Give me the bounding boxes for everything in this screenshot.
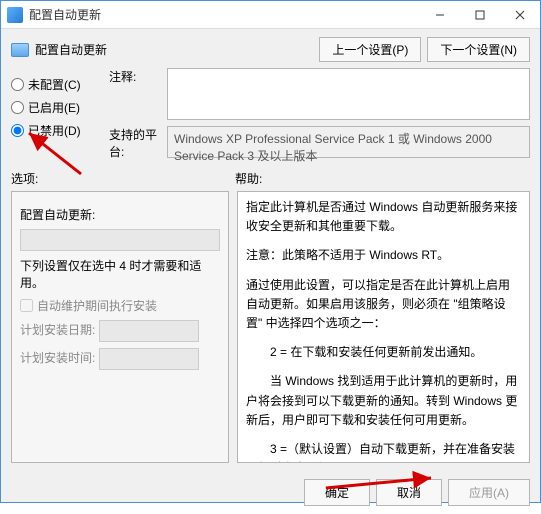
help-text: 注意：此策略不适用于 Windows RT。 [246,246,521,265]
cancel-button[interactable]: 取消 [376,479,442,506]
maintenance-label: 自动维护期间执行安装 [37,297,157,314]
ok-button[interactable]: 确定 [304,479,370,506]
configure-update-label: 配置自动更新: [20,208,95,222]
titlebar: 配置自动更新 [1,1,540,29]
help-text: 通过使用此设置，可以指定是否在此计算机上启用自动更新。如果启用该服务，则必须在 … [246,276,521,334]
state-radio-group: 未配置(C) 已启用(E) 已禁用(D) [11,68,101,166]
platform-text: Windows XP Professional Service Pack 1 或… [167,126,530,158]
app-icon [7,7,23,23]
install-day-label: 计划安装日期: [20,323,95,337]
options-panel: 配置自动更新: 下列设置仅在选中 4 时才需要和适用。 自动维护期间执行安装 计… [11,191,229,463]
configure-update-select [20,229,220,251]
next-setting-button[interactable]: 下一个设置(N) [427,37,530,62]
radio-label: 已禁用(D) [28,122,81,139]
help-text: 3 =（默认设置）自动下载更新，并在准备安装更新时发出通知 [246,440,521,463]
policy-icon [11,43,29,57]
help-panel[interactable]: 指定此计算机是否通过 Windows 自动更新服务来接收安全更新和其他重要下载。… [237,191,530,463]
maintenance-checkbox [20,299,33,312]
comment-label: 注释: [109,68,167,120]
radio-enabled[interactable]: 已启用(E) [11,99,101,116]
maximize-button[interactable] [460,1,500,29]
install-day-select [99,320,199,342]
comment-textarea[interactable] [167,68,530,120]
apply-button[interactable]: 应用(A) [448,479,530,506]
radio-label: 未配置(C) [28,76,81,93]
radio-not-configured[interactable]: 未配置(C) [11,76,101,93]
help-text: 指定此计算机是否通过 Windows 自动更新服务来接收安全更新和其他重要下载。 [246,198,521,236]
help-text: 2 = 在下载和安装任何更新前发出通知。 [246,343,521,362]
page-heading: 配置自动更新 [35,41,319,58]
minimize-button[interactable] [420,1,460,29]
platform-label: 支持的平台: [109,126,167,160]
help-label: 帮助: [235,170,530,187]
options-label: 选项: [11,170,235,187]
help-text: 当 Windows 找到适用于此计算机的更新时，用户将会接到可以下载更新的通知。… [246,372,521,430]
footer: 确定 取消 应用(A) [1,471,540,514]
install-time-select [99,348,199,370]
window-title: 配置自动更新 [29,6,420,23]
radio-label: 已启用(E) [28,99,80,116]
radio-disabled[interactable]: 已禁用(D) [11,122,101,139]
install-time-label: 计划安装时间: [20,351,95,365]
options-note: 下列设置仅在选中 4 时才需要和适用。 [20,257,220,291]
previous-setting-button[interactable]: 上一个设置(P) [319,37,421,62]
close-button[interactable] [500,1,540,29]
